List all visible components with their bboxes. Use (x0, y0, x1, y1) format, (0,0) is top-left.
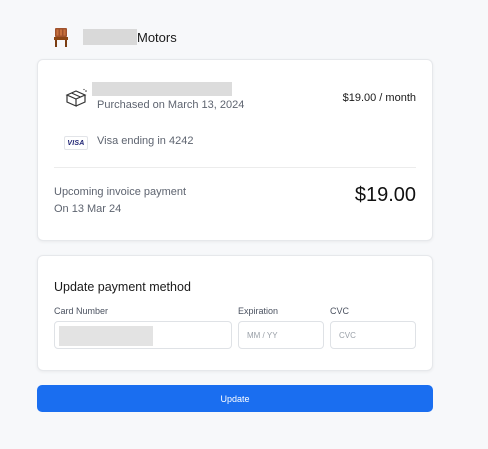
payment-method-title: Update payment method (54, 280, 191, 294)
box-icon (65, 88, 87, 107)
card-description: Visa ending in 4242 (97, 135, 194, 147)
header: Motors (52, 26, 177, 48)
cvc-field[interactable] (330, 321, 416, 349)
card-number-field[interactable] (54, 321, 232, 349)
upcoming-invoice-date: On 13 Mar 24 (54, 203, 122, 215)
payment-method-card: Update payment method Card Number Expira… (37, 255, 433, 371)
brand-name: Motors (137, 29, 177, 45)
purchase-date: Purchased on March 13, 2024 (97, 99, 245, 111)
expiration-field[interactable] (238, 321, 324, 349)
cvc-label: CVC (330, 306, 350, 316)
expiration-label: Expiration (238, 306, 279, 316)
update-button[interactable]: Update (37, 385, 433, 412)
subscription-card: Purchased on March 13, 2024 $19.00 / mon… (37, 59, 433, 241)
subscription-price: $19.00 / month (342, 92, 416, 104)
card-number-redacted (59, 326, 153, 346)
brand-name-redacted (83, 29, 137, 45)
divider (54, 167, 416, 168)
visa-card-icon: VISA (64, 136, 88, 150)
upcoming-invoice-label: Upcoming invoice payment (54, 186, 187, 198)
card-number-label: Card Number (54, 306, 109, 316)
upcoming-invoice-amount: $19.00 (354, 184, 416, 206)
product-name-redacted (92, 82, 232, 96)
chair-logo-icon (54, 28, 68, 47)
